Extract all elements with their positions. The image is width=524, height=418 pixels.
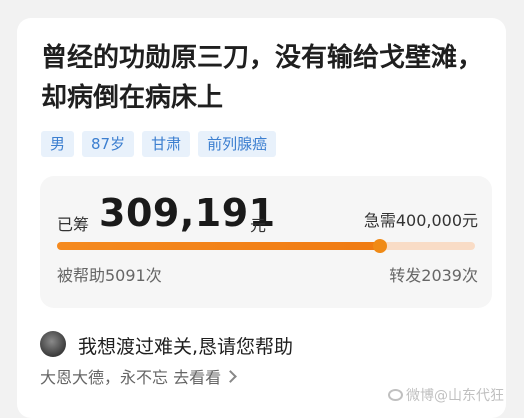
plea-message: 我想渡过难关,恳请您帮助 bbox=[78, 336, 294, 358]
campaign-title: 曾经的功勋原三刀，没有输给戈壁滩，却病倒在病床上 bbox=[41, 43, 484, 113]
patient-tags: 男 87岁 甘肃 前列腺癌 bbox=[41, 131, 277, 157]
watermark-text: 微博@山东代狂 bbox=[406, 388, 504, 404]
progress-knob bbox=[373, 239, 388, 253]
avatar bbox=[40, 331, 66, 357]
progress-bar bbox=[57, 239, 475, 253]
tag-region: 甘肃 bbox=[142, 131, 191, 157]
watermark: 微博@山东代狂 bbox=[388, 385, 504, 405]
progress-bar-fill bbox=[57, 242, 381, 250]
fundraiser-card[interactable]: 曾经的功勋原三刀，没有输给戈壁滩，却病倒在病床上 男 87岁 甘肃 前列腺癌 已… bbox=[17, 18, 506, 418]
fundraising-progress-panel: 已筹 309,191 元 急需400,000元 被帮助5091次 转发2039次 bbox=[40, 176, 492, 308]
helped-count: 被帮助5091次 bbox=[57, 266, 162, 285]
raised-unit: 元 bbox=[250, 216, 267, 235]
target-amount: 急需400,000元 bbox=[363, 211, 478, 230]
chevron-right-icon bbox=[224, 369, 237, 383]
view-more-link[interactable]: 大恩大德，永不忘 去看看 bbox=[40, 364, 237, 388]
view-more-text: 大恩大德，永不忘 去看看 bbox=[40, 368, 222, 387]
shared-count: 转发2039次 bbox=[389, 266, 478, 285]
tag-gender: 男 bbox=[41, 131, 75, 157]
raised-label: 已筹 bbox=[57, 215, 90, 234]
tag-age: 87岁 bbox=[82, 131, 135, 157]
weibo-icon bbox=[388, 389, 403, 401]
tag-diagnosis: 前列腺癌 bbox=[198, 131, 277, 157]
